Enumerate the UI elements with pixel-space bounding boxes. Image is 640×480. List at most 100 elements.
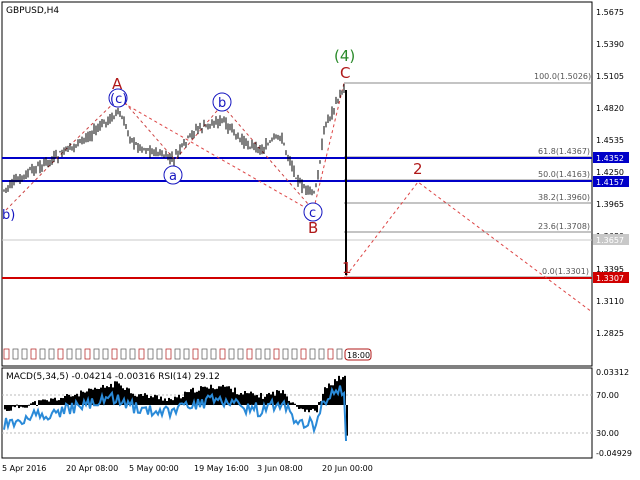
macd-bar <box>240 393 242 405</box>
macd-bar <box>50 398 52 405</box>
svg-text:1.3307: 1.3307 <box>596 274 624 283</box>
macd-bar <box>138 394 140 405</box>
macd-bar <box>146 394 148 405</box>
macd-bar <box>62 398 64 405</box>
macd-bar <box>148 397 150 405</box>
macd-bar <box>294 403 296 405</box>
macd-bar <box>4 405 6 410</box>
macd-bar <box>176 397 178 405</box>
symbol-title: GBPUSD,H4 <box>6 6 59 16</box>
macd-bar <box>68 394 70 405</box>
chart-window[interactable]: GBPUSD,H4 MACD(5,34,5) -0.04214 -0.00316… <box>0 0 640 480</box>
macd-bar <box>306 405 308 410</box>
indicator-axis: 0.03312 70.00 30.00 -0.04929 <box>596 368 632 458</box>
svg-text:(c): (c) <box>110 92 127 107</box>
time-tick: 5 Apr 2016 <box>2 464 46 473</box>
fib-label: 50.0(1.4163) <box>538 170 590 179</box>
price-label-resistance: 1.3307 <box>593 272 629 283</box>
macd-bar <box>216 388 218 405</box>
period-marker-label: 18:00 <box>344 348 372 361</box>
macd-bar <box>172 400 174 405</box>
price-tick: 1.2825 <box>596 329 624 338</box>
fib-label: 38.2(1.3960) <box>538 193 590 202</box>
macd-bar <box>6 405 8 411</box>
macd-bar <box>20 405 22 407</box>
wave-label-1: 1 <box>342 259 352 277</box>
fib-label: 61.8(1.4367) <box>538 147 590 156</box>
macd-bar <box>308 405 310 413</box>
wave-label-4: (4) <box>334 47 355 65</box>
macd-bar <box>54 397 56 405</box>
macd-bar <box>156 395 158 405</box>
svg-text:18:00: 18:00 <box>347 351 370 360</box>
price-tick: 1.5675 <box>596 8 624 17</box>
macd-bar <box>150 396 152 405</box>
wave-label-c-circle: c <box>303 202 323 222</box>
macd-bar <box>304 405 306 412</box>
macd-bar <box>310 405 312 411</box>
macd-bar <box>28 404 30 406</box>
macd-bar <box>18 405 20 409</box>
macd-bar <box>248 393 250 405</box>
price-tick: 1.5105 <box>596 72 624 81</box>
macd-bar <box>94 387 96 405</box>
wave-label-c-paren: (c) <box>108 88 128 108</box>
macd-bar <box>22 405 24 408</box>
price-label-grey: 1.3657 <box>593 234 629 245</box>
fib-label: 0.0(1.3301) <box>542 267 589 276</box>
macd-bar <box>158 399 160 405</box>
price-axis: 1.5675 1.5390 1.5105 1.4820 1.4535 1.425… <box>596 8 624 338</box>
macd-bar <box>164 398 166 405</box>
macd-bar <box>154 394 156 405</box>
macd-bar <box>274 395 276 405</box>
macd-bar <box>34 401 36 405</box>
macd-bar <box>46 400 48 405</box>
macd-bar <box>48 401 50 405</box>
macd-bar <box>166 401 168 405</box>
price-tick: 1.4250 <box>596 168 624 177</box>
macd-bar <box>144 393 146 405</box>
price-tick: 1.3110 <box>596 297 624 306</box>
macd-bar <box>106 386 108 405</box>
svg-text:b: b <box>218 96 226 111</box>
macd-bar <box>96 388 98 405</box>
macd-bar <box>56 400 58 405</box>
macd-bar <box>30 403 32 405</box>
macd-bar <box>302 405 304 410</box>
indicator-title: MACD(5,34,5) -0.04214 -0.00316 RSI(14) 2… <box>6 372 220 382</box>
price-pane[interactable] <box>1 1 593 367</box>
fib-label: 100.0(1.5026) <box>534 72 591 81</box>
macd-bar <box>252 393 254 405</box>
time-tick: 20 Jun 00:00 <box>322 464 373 473</box>
macd-bar <box>160 396 162 405</box>
macd-bar <box>40 400 42 405</box>
macd-bar <box>152 397 154 405</box>
price-tick: 1.4820 <box>596 104 624 113</box>
time-tick: 3 Jun 08:00 <box>257 464 303 473</box>
macd-bar <box>58 400 60 405</box>
macd-bar <box>244 391 246 405</box>
time-tick: 20 Apr 08:00 <box>66 464 118 473</box>
macd-bar <box>258 397 260 405</box>
svg-text:1.3657: 1.3657 <box>596 236 624 245</box>
macd-bar <box>14 405 16 408</box>
wave-label-b-paren: b) <box>2 208 15 223</box>
price-label-support-upper: 1.4352 <box>593 152 629 163</box>
macd-bar <box>38 400 40 405</box>
time-tick: 19 May 16:00 <box>194 464 249 473</box>
indicator-tick: 70.00 <box>596 391 619 400</box>
macd-bar <box>12 405 14 407</box>
macd-bar <box>242 394 244 405</box>
time-tick: 5 May 00:00 <box>129 464 179 473</box>
macd-bar <box>162 400 164 405</box>
price-tick: 1.3965 <box>596 200 624 209</box>
macd-bar <box>318 402 320 405</box>
svg-text:1.4157: 1.4157 <box>596 178 624 187</box>
macd-bar <box>32 402 34 405</box>
macd-bar <box>44 399 46 405</box>
macd-bar <box>10 405 12 411</box>
macd-bar <box>246 393 248 405</box>
wave-label-a-circle: a <box>163 165 183 185</box>
macd-bar <box>174 396 176 405</box>
macd-bar <box>314 405 316 411</box>
